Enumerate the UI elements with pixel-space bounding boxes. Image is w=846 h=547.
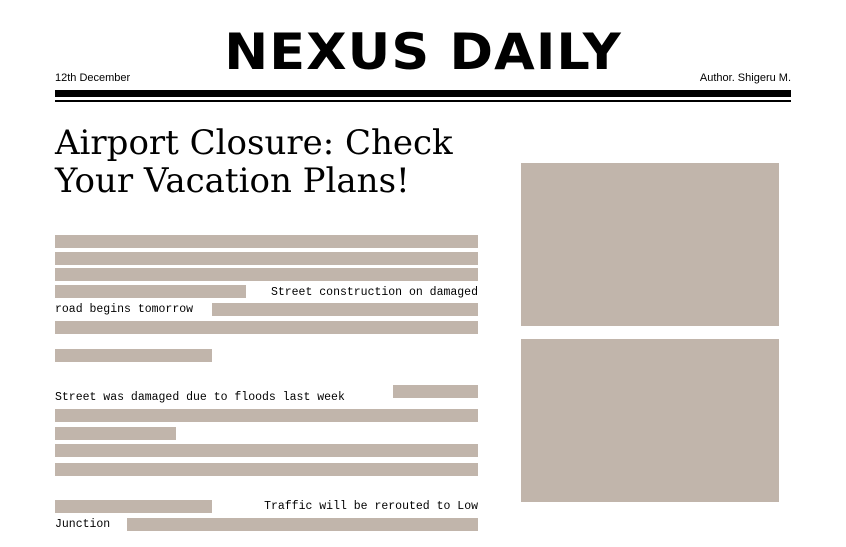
body-text-floods: Street was damaged due to floods last we…	[55, 391, 345, 404]
text-placeholder-bar	[55, 409, 478, 422]
text-line: Street construction on damaged	[55, 285, 478, 299]
text-line	[55, 321, 478, 334]
text-placeholder-bar	[55, 235, 478, 248]
text-line	[55, 235, 478, 248]
text-placeholder-bar	[55, 463, 478, 476]
text-placeholder-bar	[55, 427, 176, 440]
text-placeholder-bar	[55, 285, 246, 298]
text-line	[55, 409, 478, 422]
body-text-construction: Street construction on damaged	[270, 286, 478, 299]
text-line	[55, 444, 478, 457]
newspaper-page: NEXUS DAILY 12th December Author. Shiger…	[0, 0, 846, 547]
article-headline: Airport Closure: Check Your Vacation Pla…	[55, 124, 495, 200]
masthead-rule-thin	[55, 100, 791, 102]
text-placeholder-bar	[55, 444, 478, 457]
headline-line-1: Airport Closure: Check	[55, 123, 453, 163]
text-line	[55, 252, 478, 265]
text-line	[55, 268, 478, 281]
text-placeholder-bar	[212, 303, 478, 316]
text-line: Junction	[55, 518, 478, 532]
text-placeholder-bar	[55, 321, 478, 334]
body-text-road: road begins tomorrow	[55, 303, 194, 316]
text-line: Street was damaged due to floods last we…	[55, 385, 478, 404]
text-placeholder-bar	[55, 500, 212, 513]
text-placeholder-bar	[55, 268, 478, 281]
image-placeholder-bottom	[521, 339, 779, 502]
text-line: road begins tomorrow	[55, 303, 478, 317]
masthead-rule-thick	[55, 90, 791, 97]
text-line	[55, 349, 212, 362]
body-text-traffic: Traffic will be rerouted to Low	[264, 500, 478, 513]
text-line	[55, 427, 176, 440]
text-placeholder-bar	[393, 385, 478, 398]
text-placeholder-bar	[55, 349, 212, 362]
text-placeholder-bar	[127, 518, 478, 531]
image-placeholder-top	[521, 163, 779, 326]
issue-date: 12th December	[55, 72, 131, 84]
text-placeholder-bar	[55, 252, 478, 265]
author-credit: Author. Shigeru M.	[699, 72, 791, 84]
text-line: Traffic will be rerouted to Low	[55, 500, 478, 514]
body-text-junction: Junction	[55, 518, 111, 531]
text-line	[55, 463, 478, 476]
headline-line-2: Your Vacation Plans!	[55, 161, 410, 201]
